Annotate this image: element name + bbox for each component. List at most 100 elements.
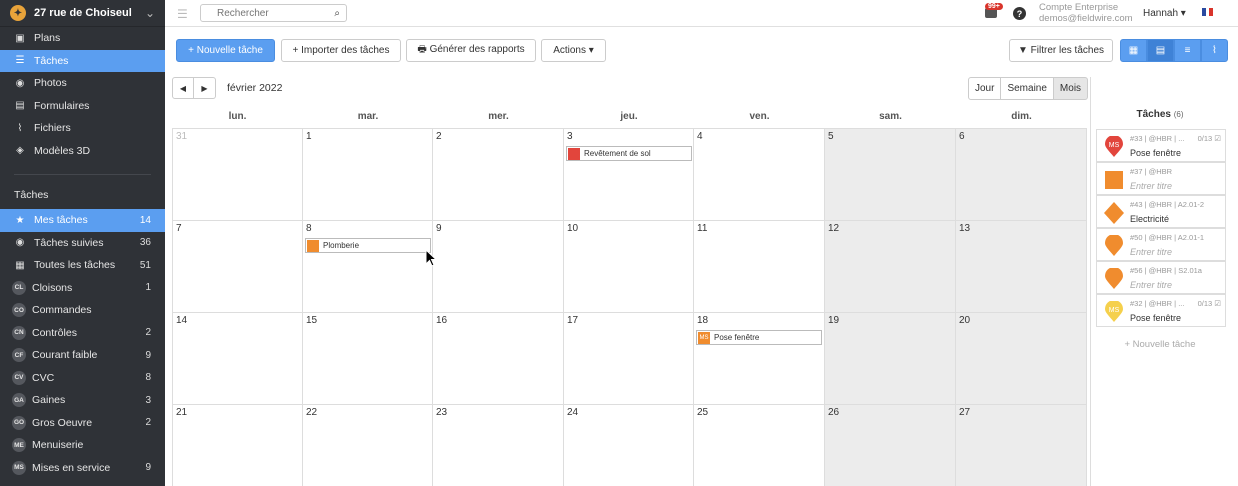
task-list-toutes-les-t-ches[interactable]: ▦ Toutes les tâches 51	[0, 254, 165, 277]
french-flag-icon[interactable]	[1202, 8, 1214, 16]
pin-marker-icon: MS	[1105, 136, 1123, 157]
range-switcher: Jour Semaine Mois	[968, 77, 1089, 100]
sidebar-item-fichiers[interactable]: ⌇ Fichiers	[0, 117, 165, 140]
day-number: 12	[828, 223, 840, 234]
calendar-day-cell[interactable]: 13	[956, 221, 1087, 313]
user-menu[interactable]: Hannah ▾	[1143, 8, 1186, 19]
task-list-courant-faible[interactable]: CF Courant faible 9	[0, 344, 165, 367]
help-icon[interactable]: ?	[1013, 7, 1026, 20]
calendar-week: 21 22 23 24 25 26 27	[172, 405, 1087, 486]
calendar-day-cell[interactable]: 20	[956, 313, 1087, 405]
import-tasks-button[interactable]: + Importer des tâches	[281, 39, 401, 62]
task-list-commandes[interactable]: CO Commandes	[0, 299, 165, 322]
new-task-button[interactable]: + Nouvelle tâche	[176, 39, 275, 62]
task-list-gros-oeuvre[interactable]: GO Gros Oeuvre 2	[0, 412, 165, 435]
calendar-day-cell[interactable]: 27	[956, 405, 1087, 486]
calendar-event[interactable]: Plomberie	[305, 238, 431, 253]
task-list-count: 36	[139, 237, 151, 249]
task-list-t-ches-suivies[interactable]: ◉ Tâches suivies 36	[0, 232, 165, 255]
prev-month-icon[interactable]: ◀	[172, 77, 194, 99]
calendar-week: 7 8 Plomberie 9 10 11 12 13	[172, 221, 1087, 313]
calendar-day-cell[interactable]: 25	[694, 405, 825, 486]
calendar-day-cell[interactable]: 19	[825, 313, 956, 405]
calendar-day-cell[interactable]: 31	[172, 129, 303, 221]
search-input[interactable]	[217, 7, 335, 19]
task-meta: #32 | @HBR | ...	[1130, 299, 1185, 308]
calendar-day-cell[interactable]: 5	[825, 129, 956, 221]
project-switcher[interactable]: ✦ 27 rue de Choiseul ⌄	[0, 0, 165, 27]
range-mois[interactable]: Mois	[1052, 77, 1089, 100]
sidebar-item-t-ches[interactable]: ☰ Tâches	[0, 49, 165, 72]
calendar-day-cell[interactable]: 23	[433, 405, 564, 486]
calendar-day-cell[interactable]: 17	[564, 313, 694, 405]
calendar-day-cell[interactable]: 8 Plomberie	[303, 221, 433, 313]
calendar-day-cell[interactable]: 7	[172, 221, 303, 313]
task-list-contr-les[interactable]: CN Contrôles 2	[0, 322, 165, 345]
task-list-cvc[interactable]: CV CVC 8	[0, 367, 165, 390]
range-semaine[interactable]: Semaine	[1000, 77, 1054, 100]
calendar-event[interactable]: Revêtement de sol	[566, 146, 692, 161]
calendar-day-cell[interactable]: 24	[564, 405, 694, 486]
task-list-mises-en-service[interactable]: MS Mises en service 9	[0, 457, 165, 480]
day-number: 14	[176, 315, 188, 326]
calendar-day-cell[interactable]: 6	[956, 129, 1087, 221]
sidebar-item-photos[interactable]: ◉ Photos	[0, 72, 165, 95]
day-number: 22	[306, 407, 318, 418]
task-card[interactable]: MS #33 | @HBR | ... 0/13 ☑ Pose fenêtre	[1096, 129, 1226, 162]
task-card[interactable]: #37 | @HBR Entrer titre	[1096, 162, 1226, 195]
calendar-day-cell[interactable]: 22	[303, 405, 433, 486]
grid-view-icon[interactable]: ▦	[1120, 39, 1147, 62]
task-list-label: Commandes	[32, 304, 92, 317]
calendar-day-cell[interactable]: 18 MS Pose fenêtre	[694, 313, 825, 405]
calendar-day-cell[interactable]: 1	[303, 129, 433, 221]
task-card[interactable]: #43 | @HBR | A2.01-2 Electricité	[1096, 195, 1226, 228]
calendar-day-cell[interactable]: 3 Revêtement de sol	[564, 129, 694, 221]
actions-dropdown[interactable]: Actions ▾	[541, 39, 606, 62]
calendar-day-cell[interactable]: 21	[172, 405, 303, 486]
sidebar-item-mod-les-3d[interactable]: ◈ Modèles 3D	[0, 140, 165, 163]
search-icon[interactable]: ⌕	[334, 8, 340, 19]
calendar-event[interactable]: MS Pose fenêtre	[696, 330, 822, 345]
weekday-label: jeu.	[620, 111, 638, 122]
chevron-down-icon[interactable]: ⌄	[145, 6, 155, 20]
task-card[interactable]: #50 | @HBR | A2.01-1 Entrer titre	[1096, 228, 1226, 261]
calendar-view-icon[interactable]: ▤	[1147, 39, 1174, 62]
pin-marker-icon	[1105, 268, 1123, 289]
gantt-view-icon[interactable]: ≡	[1174, 39, 1201, 62]
task-card[interactable]: #56 | @HBR | S2.01a Entrer titre	[1096, 261, 1226, 294]
new-task-link[interactable]: + Nouvelle tâche	[1091, 339, 1229, 350]
calendar-day-cell[interactable]: 4	[694, 129, 825, 221]
toolbar: + Nouvelle tâche + Importer des tâches 🖶…	[165, 27, 1238, 73]
task-meta: #33 | @HBR | ...	[1130, 134, 1185, 143]
star-icon: ★	[15, 214, 25, 226]
calendar-day-cell[interactable]: 12	[825, 221, 956, 313]
calendar-day-cell[interactable]: 14	[172, 313, 303, 405]
chart-view-icon[interactable]: ⌇	[1201, 39, 1228, 62]
task-list-mes-t-ches[interactable]: ★ Mes tâches 14	[0, 209, 165, 232]
generate-reports-button[interactable]: 🖶 Générer des rapports	[406, 39, 536, 62]
notifications-button[interactable]: 99+	[985, 3, 1003, 18]
task-list-cloisons[interactable]: CL Cloisons 1	[0, 277, 165, 300]
sidebar-item-formulaires[interactable]: ▤ Formulaires	[0, 95, 165, 118]
calendar-day-cell[interactable]: 10	[564, 221, 694, 313]
task-list-label: Mises en service	[32, 461, 111, 474]
range-jour[interactable]: Jour	[968, 77, 1002, 100]
filter-tasks-button[interactable]: ▼ Filtrer les tâches	[1009, 39, 1113, 62]
calendar-day-cell[interactable]: 16	[433, 313, 564, 405]
calendar-day-cell[interactable]: 26	[825, 405, 956, 486]
calendar-day-cell[interactable]: 15	[303, 313, 433, 405]
calendar-day-cell[interactable]: 11	[694, 221, 825, 313]
task-list-gaines[interactable]: GA Gaines 3	[0, 389, 165, 412]
task-panel: Tâches (6) MS #33 | @HBR | ... 0/13 ☑ Pose …	[1090, 77, 1238, 486]
task-card[interactable]: MS #32 | @HBR | ... 0/13 ☑ Pose fenêtre	[1096, 294, 1226, 327]
search-box: ⌕	[200, 4, 347, 22]
next-month-icon[interactable]: ▶	[194, 77, 216, 99]
menu-icon[interactable]: ☰	[177, 7, 188, 21]
calendar-day-cell[interactable]: 9	[433, 221, 564, 313]
project-name: 27 rue de Choiseul	[34, 7, 132, 19]
sidebar-item-plans[interactable]: ▣ Plans	[0, 27, 165, 50]
category-badge: CV	[12, 370, 26, 385]
calendar-day-cell[interactable]: 2	[433, 129, 564, 221]
month-grid: 31 1 2 3 Revêtement de sol 4 5 6 7 8 Plomberie 9 10 1…	[172, 128, 1087, 486]
task-list-menuiserie[interactable]: ME Menuiserie	[0, 434, 165, 457]
